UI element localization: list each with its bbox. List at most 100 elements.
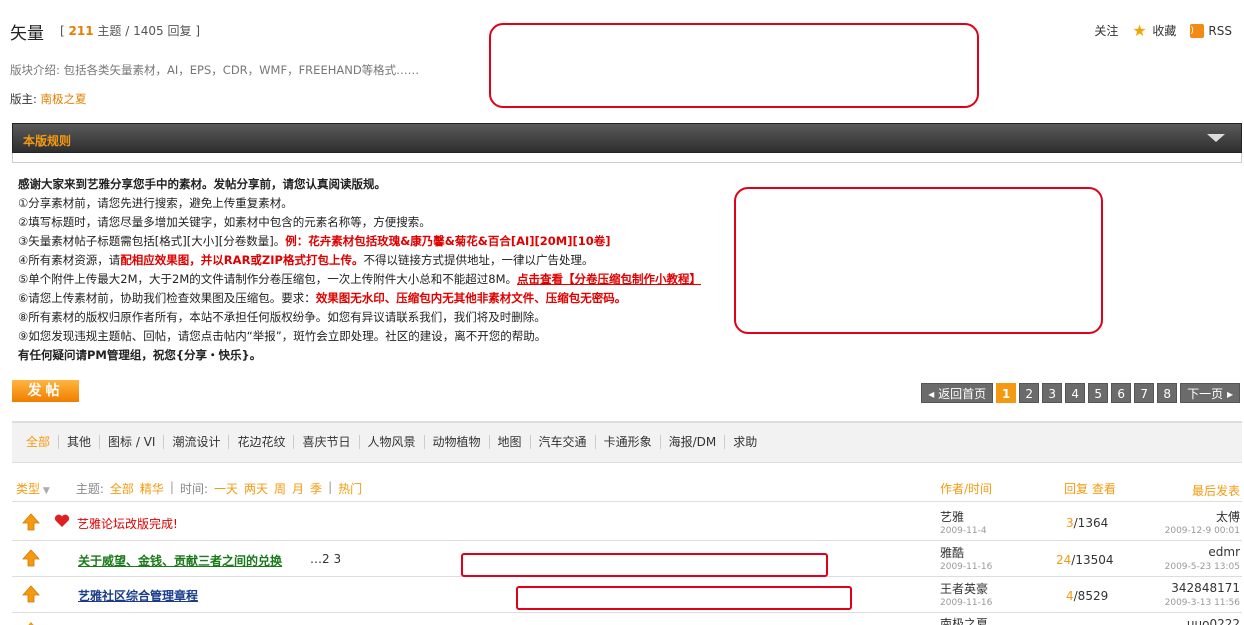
- sticky-arrow-icon: [22, 549, 40, 567]
- rule-3: ③矢量素材帖子标题需包括[格式][大小][分卷数量]。例：花卉素材包括玫瑰&康乃…: [18, 232, 701, 251]
- sticky-arrow-icon: [22, 585, 40, 603]
- pager-page-3[interactable]: 3: [1042, 383, 1063, 403]
- collapse-arrow-icon[interactable]: [1207, 134, 1225, 142]
- category-tab-help[interactable]: 求助: [725, 435, 765, 449]
- tutorial-link[interactable]: 点击查看【分卷压缩包制作小教程】: [517, 272, 701, 286]
- filter-two-days[interactable]: 两天: [244, 480, 268, 497]
- thread-author[interactable]: 南极之夏: [940, 615, 988, 625]
- pagination: ◂ 返回首页 1 2 3 4 5 6 7 8 下一页 ▸: [921, 383, 1240, 403]
- thread-date: 2009-11-16: [940, 598, 993, 608]
- category-tab-festivals[interactable]: 喜庆节日: [294, 435, 360, 449]
- rule-3-example: 例：花卉素材包括玫瑰&康乃馨&菊花&百合[AI][20M][10卷]: [285, 234, 611, 248]
- redaction-box: [489, 23, 979, 108]
- filter-digest[interactable]: 精华: [140, 480, 164, 497]
- thread-title-link[interactable]: 艺雅论坛改版完成!: [77, 515, 178, 532]
- rule-8: ⑧所有素材的版权归原作者所有，本站不承担任何版权纷争。如您有异议请联系我们，我们…: [18, 310, 546, 324]
- reply-count: 4: [1066, 589, 1074, 603]
- thread-page-links[interactable]: …2 3: [310, 552, 341, 566]
- category-tab-other[interactable]: 其他: [59, 435, 101, 449]
- rule-4: ④所有素材资源，请配相应效果图，并以RAR或ZIP格式打包上传。不得以链接方式提…: [18, 251, 701, 270]
- pager-page-8[interactable]: 8: [1157, 383, 1178, 403]
- forum-description: 版块介绍: 包括各类矢量素材，AI，EPS，CDR，WMF，FREEHAND等格…: [10, 63, 420, 77]
- rules-content: 感谢大家来到艺雅分享您手中的素材。发帖分享前，请您认真阅读版规。 ①分享素材前，…: [18, 175, 701, 365]
- type-filter-dropdown[interactable]: 类型 ▼: [16, 480, 50, 497]
- time-filter-label: 时间:: [179, 482, 208, 496]
- category-tab-people-scenery[interactable]: 人物风景: [360, 435, 425, 449]
- pager-page-7[interactable]: 7: [1134, 383, 1155, 403]
- column-last-post-header[interactable]: 最后发表: [1192, 482, 1240, 499]
- thread-counts: 3/1364: [1066, 516, 1108, 530]
- filter-divider: |: [169, 480, 174, 494]
- category-tab-vehicles[interactable]: 汽车交通: [531, 435, 596, 449]
- pager-page-1[interactable]: 1: [996, 383, 1017, 403]
- rules-bar[interactable]: 本版规则: [12, 123, 1242, 153]
- forum-stats: [ 211 主题 / 1405 回复 ]: [60, 22, 200, 39]
- rule-5-text: ⑤单个附件上传最大2M，大于2M的文件请制作分卷压缩包，一次上传附件大小总和不能…: [18, 272, 518, 286]
- last-poster[interactable]: 342848171: [1171, 581, 1240, 595]
- rss-icon: ): [1190, 23, 1205, 38]
- rule-4-tail: 不得以链接方式提供地址，一律以广告处理。: [363, 253, 594, 267]
- thread-filters: 类型 ▼ 主题: 全部 精华 | 时间: 一天 两天 周 月 季 | 热门: [16, 480, 362, 497]
- stats-separator: /: [125, 24, 130, 38]
- thread-title-link[interactable]: 艺雅社区综合管理章程: [78, 587, 198, 604]
- category-tabs: 全部 其他 图标 / VI 潮流设计 花边花纹 喜庆节日 人物风景 动物植物 地…: [26, 435, 765, 449]
- rules-intro: 感谢大家来到艺雅分享您手中的素材。发帖分享前，请您认真阅读版规。: [18, 177, 386, 191]
- filter-quarter[interactable]: 季: [310, 480, 322, 497]
- pager-page-2[interactable]: 2: [1019, 383, 1040, 403]
- reply-count: 3: [1066, 516, 1074, 530]
- last-post-date: 2009-12-9 00:01: [1164, 526, 1240, 536]
- filter-week[interactable]: 周: [274, 480, 286, 497]
- filter-all[interactable]: 全部: [110, 480, 134, 497]
- category-tab-posters[interactable]: 海报/DM: [661, 435, 726, 449]
- follow-link[interactable]: 关注: [1094, 22, 1118, 39]
- rule-5: ⑤单个附件上传最大2M，大于2M的文件请制作分卷压缩包，一次上传附件大小总和不能…: [18, 270, 701, 289]
- chevron-right-icon: ▸: [1223, 387, 1233, 401]
- category-tab-all[interactable]: 全部: [26, 435, 60, 449]
- forum-title: 矢量: [10, 24, 44, 44]
- sticky-arrow-icon: [28, 622, 34, 625]
- new-post-button[interactable]: 发帖: [12, 380, 79, 402]
- type-filter-label: 类型: [16, 482, 41, 496]
- thread-counts: 4/8529: [1066, 589, 1108, 603]
- pager-page-5[interactable]: 5: [1088, 383, 1109, 403]
- rule-1: ①分享素材前，请您先进行搜索，避免上传重复素材。: [18, 196, 293, 210]
- header-actions: 关注 ★ 收藏 ) RSS: [1094, 22, 1232, 39]
- sticky-arrow-icon: [22, 513, 40, 531]
- category-bar: 全部 其他 图标 / VI 潮流设计 花边花纹 喜庆节日 人物风景 动物植物 地…: [12, 421, 1242, 463]
- pager-next-button[interactable]: 下一页 ▸: [1180, 383, 1240, 403]
- filter-divider: |: [328, 480, 333, 494]
- filter-one-day[interactable]: 一天: [214, 480, 238, 497]
- column-author-header[interactable]: 作者/时间: [940, 480, 992, 497]
- thread-author[interactable]: 雅酷: [940, 544, 964, 561]
- pager-page-6[interactable]: 6: [1111, 383, 1132, 403]
- thread-author[interactable]: 王者英豪: [940, 580, 988, 597]
- last-poster[interactable]: 太傅: [1216, 508, 1240, 525]
- filter-hot[interactable]: 热门: [338, 480, 362, 497]
- rule-6-requirements: 效果图无水印、压缩包内无其他非素材文件、压缩包无密码。: [315, 291, 627, 305]
- pager-back-label: 返回首页: [938, 387, 987, 401]
- category-tab-icons-vi[interactable]: 图标 / VI: [100, 435, 165, 449]
- rss-link[interactable]: ) RSS: [1190, 22, 1232, 39]
- last-poster[interactable]: edmr: [1208, 545, 1240, 559]
- last-poster[interactable]: uuo0222: [1187, 617, 1240, 625]
- redaction-box: [734, 187, 1103, 334]
- category-tab-trend-design[interactable]: 潮流设计: [164, 435, 230, 449]
- pager-page-4[interactable]: 4: [1065, 383, 1086, 403]
- thread-date: 2009-11-4: [940, 526, 987, 536]
- moderator-line: 版主: 南极之夏: [10, 91, 87, 107]
- category-tab-animals-plants[interactable]: 动物植物: [425, 435, 490, 449]
- category-tab-borders-patterns[interactable]: 花边花纹: [229, 435, 295, 449]
- moderator-link[interactable]: 南极之夏: [41, 92, 87, 106]
- thread-filter-row: 类型 ▼ 主题: 全部 精华 | 时间: 一天 两天 周 月 季 | 热门 作者…: [12, 474, 1242, 502]
- pager-back-button[interactable]: ◂ 返回首页: [921, 383, 994, 403]
- favorite-link[interactable]: ★ 收藏: [1132, 22, 1176, 39]
- category-tab-maps[interactable]: 地图: [490, 435, 531, 449]
- thread-title-link[interactable]: 关于威望、金钱、贡献三者之间的兑换: [78, 552, 282, 569]
- moderator-label: 版主:: [10, 92, 37, 106]
- filter-month[interactable]: 月: [292, 480, 304, 497]
- thread-author[interactable]: 艺雅: [940, 508, 964, 525]
- topic-count-label: 主题: [97, 24, 122, 38]
- chevron-left-icon: ◂: [928, 387, 939, 401]
- category-tab-cartoon[interactable]: 卡通形象: [596, 435, 661, 449]
- column-replies-header[interactable]: 回复 查看: [1064, 480, 1116, 497]
